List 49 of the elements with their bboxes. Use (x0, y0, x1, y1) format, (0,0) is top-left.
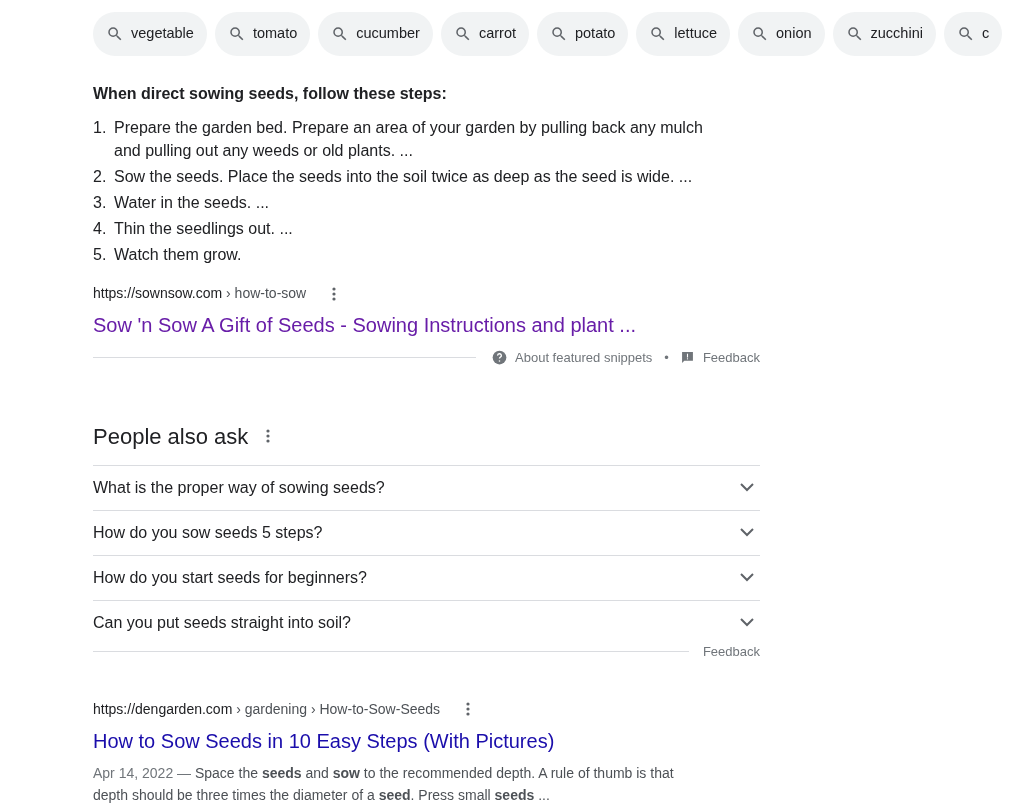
step-text: Water in the seeds. ... (114, 193, 270, 213)
search-suggestion-chip[interactable]: zucchini (832, 12, 936, 56)
chevron-icon (740, 618, 754, 627)
search-icon (956, 25, 975, 43)
step-number: 1. (93, 118, 108, 138)
result-title-link[interactable]: Sow 'n Sow A Gift of Seeds - Sowing Instructions and plant ... (93, 310, 760, 340)
step-text: Thin the seedlings out. ... (114, 219, 293, 239)
step-text: Watch them grow. (114, 245, 242, 265)
result-url: https://dengarden.com › gardening › How-to-Sow-Seeds (93, 699, 441, 719)
result-url: https://sownsow.com › how-to-sow (93, 284, 307, 303)
separator-dot: • (664, 349, 669, 367)
step-number: 3. (93, 193, 108, 213)
search-suggestion-chip[interactable]: c (943, 12, 1003, 56)
more-options-icon[interactable] (466, 702, 471, 716)
about-link[interactable]: About featured snippets (515, 348, 653, 368)
step-number: 4. (93, 219, 108, 239)
question-row[interactable]: How do you sow seeds 5 steps? (93, 509, 760, 555)
section-title: People also ask (93, 422, 249, 451)
question-row[interactable]: How do you start seeds for beginners? (93, 554, 760, 600)
search-suggestion-chip[interactable]: potato (537, 12, 629, 56)
search-suggestion-chip[interactable]: tomato (214, 12, 311, 56)
search-icon (453, 25, 472, 43)
search-icon (845, 25, 864, 43)
chevron-icon (740, 483, 754, 492)
search-icon (227, 25, 246, 43)
help-icon (492, 350, 507, 366)
search-suggestion-chip[interactable]: cucumber (318, 12, 433, 56)
feedback-link[interactable]: Feedback (702, 348, 760, 368)
more-options-icon[interactable] (266, 429, 271, 443)
step-number: 2. (93, 167, 108, 187)
result-title-link[interactable]: How to Sow Seeds in 10 Easy Steps (With Pictures) (93, 725, 760, 756)
search-suggestion-chip[interactable]: onion (738, 12, 825, 56)
search-icon (550, 25, 568, 43)
search-icon (106, 25, 124, 43)
chevron-icon (740, 528, 754, 537)
search-suggestion-chip[interactable]: vegetable (93, 12, 207, 56)
search-suggestion-chip[interactable]: carrot (440, 12, 529, 56)
more-options-icon[interactable] (332, 286, 337, 301)
step-text: Sow the seeds. Place the seeds into the soil twice as deep as the seed is wide. ... (114, 167, 693, 187)
step-number: 5. (93, 245, 108, 265)
search-suggestion-chip[interactable]: lettuce (636, 12, 731, 56)
feedback-icon (680, 351, 694, 365)
snippet-heading: When direct sowing seeds, follow these steps: (93, 84, 448, 104)
step-text: Prepare the garden bed. Prepare an area of your garden by pulling back any mulch and pulling out any weeds or old plants. ... (114, 118, 704, 161)
question-row[interactable]: Can you put seeds straight into soil? (93, 599, 760, 645)
result-snippet: Apr 14, 2022 — Space the seeds and sow to the recommended depth. A rule of thumb is that depth should be three times the diameter of a seed. Press small seeds ... (93, 763, 675, 803)
chevron-icon (740, 573, 754, 582)
question-row[interactable]: What is the proper way of sowing seeds? (93, 464, 760, 510)
feedback-link[interactable]: Feedback (702, 644, 760, 659)
